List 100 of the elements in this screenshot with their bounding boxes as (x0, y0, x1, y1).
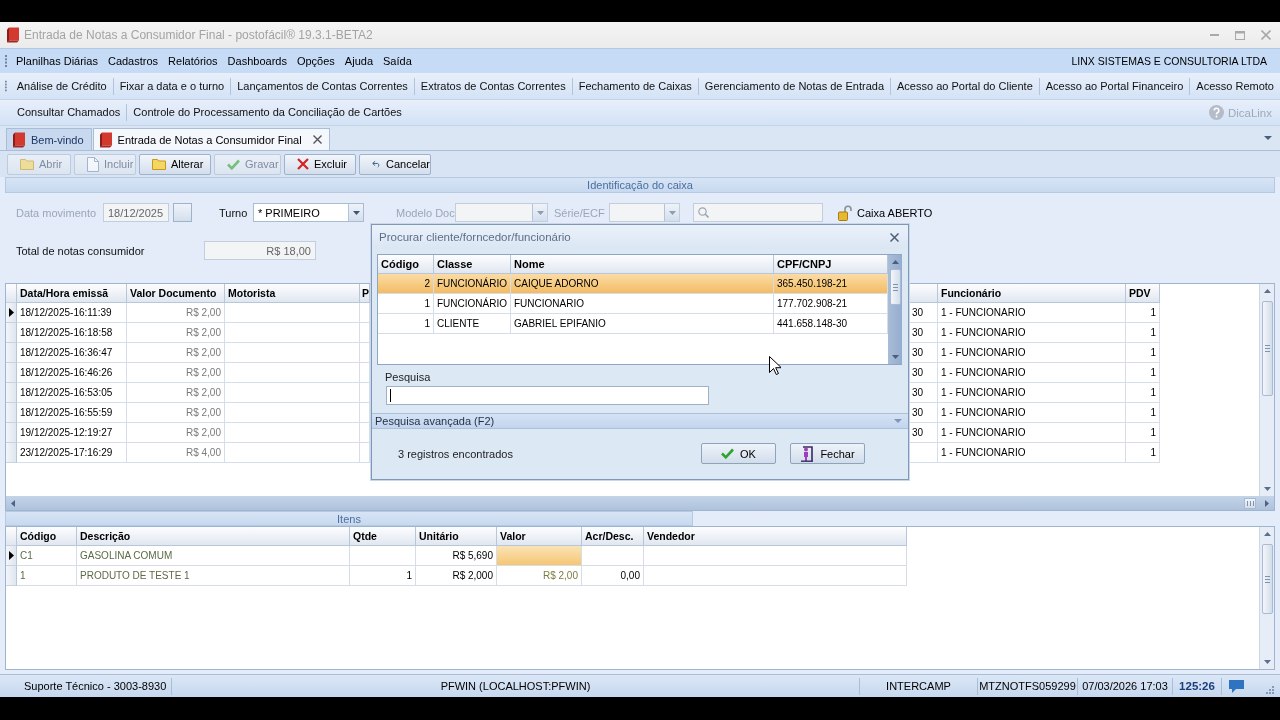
tab[interactable]: Entrada de Notas a Consumidor Final (92, 128, 330, 150)
column-header[interactable]: Qtde (350, 527, 416, 546)
close-icon[interactable] (890, 232, 899, 242)
column-header[interactable]: Acr/Desc. (582, 527, 644, 546)
toolbar-link[interactable]: Consultar Chamados (11, 104, 127, 121)
field-label: Pesquisa (385, 370, 431, 384)
tab[interactable]: Bem-vindo (6, 128, 92, 150)
column-header[interactable]: Código (378, 255, 434, 274)
cash-register-status: Caixa ABERTO (857, 206, 933, 219)
column-header[interactable]: Funcionário (938, 284, 1126, 303)
row-pointer-icon (8, 308, 14, 317)
minimize-icon[interactable] (1210, 34, 1219, 36)
menu-item[interactable]: Relatórios (163, 55, 223, 67)
maximize-icon[interactable] (1235, 30, 1245, 40)
menu-item[interactable]: Cadastros (102, 55, 164, 67)
toolbar-link[interactable]: Extratos de Contas Correntes (413, 77, 572, 95)
toolbar-link[interactable]: Acesso ao Portal do Cliente (890, 77, 1039, 95)
column-header[interactable]: Unitário (416, 527, 497, 546)
column-header[interactable]: Classe (434, 255, 511, 274)
down-arrow-icon (1263, 487, 1271, 491)
speech-bubble-icon[interactable] (1228, 679, 1244, 693)
row-pointer-icon (8, 551, 14, 560)
table-cell: CLIENTE (434, 314, 511, 334)
vertical-scrollbar[interactable] (1259, 527, 1274, 669)
status-text: Suporte Técnico - 3003-8930 (24, 680, 167, 692)
x-icon (297, 158, 309, 170)
status-text: 07/03/2026 17:03 (1082, 680, 1168, 692)
menu-item[interactable]: Saída (378, 55, 417, 67)
delete-button[interactable]: Excluir (284, 153, 356, 175)
table-cell[interactable] (497, 546, 582, 566)
table-cell: 1 (350, 566, 416, 586)
toolbar-link[interactable]: Fechamento de Caixas (571, 77, 698, 95)
toolbar-link[interactable]: Lançamentos de Contas Correntes (230, 77, 414, 95)
date-picker-button[interactable] (173, 203, 192, 222)
table-cell: GABRIEL EPIFANIO (511, 314, 774, 334)
down-arrow-icon (1263, 660, 1271, 664)
toolbar-link[interactable]: Gerenciamento de Notas de Entrada (697, 77, 890, 95)
column-header[interactable]: Motorista (225, 284, 360, 303)
table-cell: 1 - FUNCIONARIO (938, 423, 1126, 443)
table-cell (582, 546, 644, 566)
table-cell: 19/12/2025-12:19:27 (17, 423, 127, 443)
vertical-scrollbar[interactable] (888, 255, 902, 364)
table-cell: R$ 2,00 (127, 403, 225, 423)
vertical-scrollbar[interactable] (1259, 284, 1274, 496)
table-cell: 1 - FUNCIONARIO (938, 303, 1126, 323)
right-arrow-icon (1265, 499, 1269, 507)
table-row[interactable]: 1 FUNCIONÁRIO FUNCIONARIO 177.702.908-21 (378, 294, 888, 314)
padlock-icon (838, 204, 853, 221)
table-cell: 1 (378, 294, 434, 314)
table-row[interactable]: 1 CLIENTE GABRIEL EPIFANIO 441.658.148-30 (378, 314, 888, 334)
toolbar-link[interactable]: Fixar a data e o turno (112, 77, 231, 95)
column-header[interactable]: Valor Documento (127, 284, 225, 303)
cancel-button[interactable]: Cancelar (359, 153, 431, 175)
ok-button[interactable]: OK (701, 443, 776, 464)
status-text: INTERCAMP (886, 680, 951, 692)
column-header[interactable]: Código (17, 527, 77, 546)
down-arrow-icon (891, 355, 899, 359)
advanced-search-toggle[interactable]: Pesquisa avançada (F2) (372, 413, 908, 429)
column-header[interactable]: Data/Hora emissã (17, 284, 127, 303)
dropdown-arrow-icon[interactable] (1264, 136, 1272, 140)
column-header[interactable]: Valor (497, 527, 582, 546)
page-icon (87, 156, 99, 172)
table-cell: GASOLINA COMUM (77, 546, 350, 566)
dropdown-arrow-icon (668, 210, 676, 215)
horizontal-scrollbar[interactable] (6, 496, 1274, 510)
resize-grip-icon[interactable] (1266, 686, 1274, 694)
column-header[interactable]: Descrição (77, 527, 350, 546)
table-cell[interactable]: R$ 2,00 (497, 566, 582, 586)
help-icon (1208, 105, 1224, 120)
column-header[interactable]: Nome (511, 255, 774, 274)
toolbar-link[interactable]: Análise de Crédito (10, 77, 113, 95)
up-arrow-icon (891, 260, 899, 264)
table-cell (350, 546, 416, 566)
table-cell: 18/12/2025-16:53:05 (17, 383, 127, 403)
close-button[interactable]: Fechar (790, 443, 865, 464)
edit-button[interactable]: Alterar (139, 153, 211, 175)
table-cell: 18/12/2025-16:11:39 (17, 303, 127, 323)
column-header[interactable]: CPF/CNPJ (774, 255, 888, 274)
menu-item[interactable]: Ajuda (339, 55, 378, 67)
table-cell: R$ 4,00 (127, 443, 225, 463)
menu-item[interactable]: Opções (291, 55, 340, 67)
toolbar-link[interactable]: Acesso ao Portal Financeiro (1038, 77, 1190, 95)
dropdown-arrow-icon (536, 210, 544, 215)
shift-dropdown[interactable]: * PRIMEIRO (253, 203, 364, 222)
table-cell: 18/12/2025-16:36:47 (17, 343, 127, 363)
close-icon[interactable] (312, 135, 322, 144)
toolbar-link[interactable]: Controle do Processamento da Conciliação de Cartões (126, 104, 408, 121)
table-cell: 18/12/2025-16:46:26 (17, 363, 127, 383)
search-field[interactable] (386, 386, 709, 405)
column-header[interactable]: Vendedor (644, 527, 907, 546)
table-cell: CAIQUE ADORNO (511, 274, 774, 294)
menu-item[interactable]: Planilhas Diárias (11, 55, 103, 67)
table-cell: 1 (1126, 383, 1160, 403)
row-indicator[interactable] (6, 546, 17, 566)
column-header[interactable]: PDV (1126, 284, 1160, 303)
table-cell: 23/12/2025-17:16:29 (17, 443, 127, 463)
row-indicator[interactable] (6, 303, 17, 323)
menu-item[interactable]: Dashboards (222, 55, 292, 67)
table-row[interactable]: 2 FUNCIONÁRIO CAIQUE ADORNO 365.450.198-21 (378, 274, 888, 294)
toolbar-link[interactable]: Acesso Remoto (1189, 77, 1280, 95)
